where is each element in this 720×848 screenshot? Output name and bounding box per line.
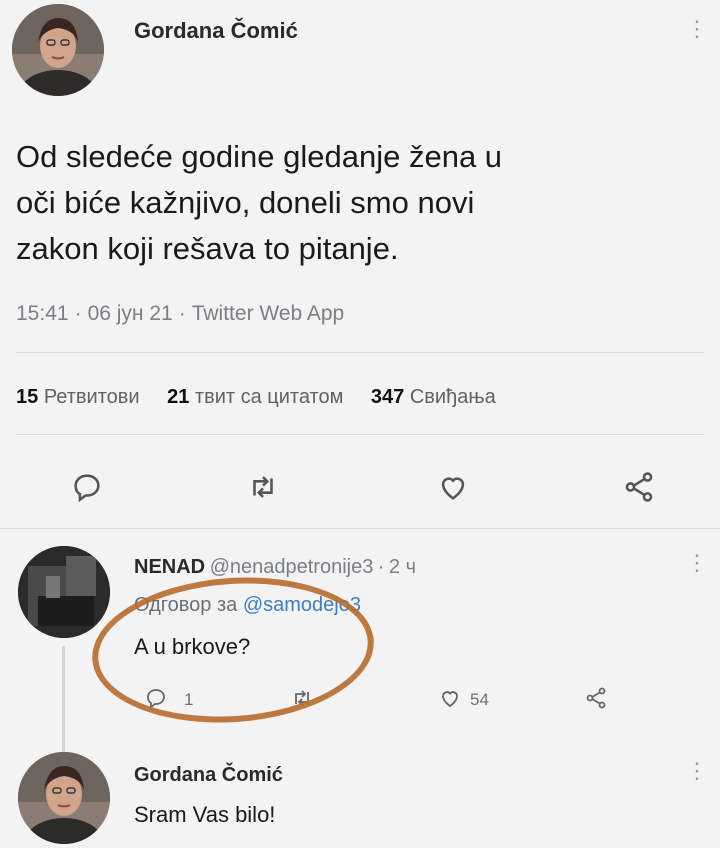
reply-more-options-icon[interactable]: ⋮ xyxy=(686,552,708,574)
tweet-meta: 15:41 · 06 јун 21 · Twitter Web App xyxy=(16,302,345,325)
tweet-source[interactable]: Twitter Web App xyxy=(192,302,345,325)
tweet-date: 06 јун 21 xyxy=(87,302,173,325)
divider xyxy=(0,528,720,529)
tweet-text-line: Od sledeće godine gledanje žena u xyxy=(16,139,503,174)
tweet-text-line: oči biće kažnjivo, doneli smo novi xyxy=(16,185,475,220)
reply-author-handle[interactable]: @nenadpetronije3 xyxy=(210,556,374,578)
author-avatar[interactable] xyxy=(12,4,104,96)
reply-share-icon[interactable] xyxy=(584,686,608,710)
share-icon[interactable] xyxy=(622,470,656,504)
reply-icon[interactable] xyxy=(70,470,104,504)
reply-avatar[interactable] xyxy=(18,546,110,638)
tweet-text: Od sledeće godine gledanje žena u oči bi… xyxy=(16,134,666,272)
retweets-label[interactable]: Ретвитови xyxy=(44,386,140,408)
annotation-circle xyxy=(87,568,379,732)
tweet-stats: 15 Ретвитови 21 твит са цитатом 347 Свиђ… xyxy=(16,386,518,409)
reply-like-count: 54 xyxy=(470,690,489,709)
likes-label[interactable]: Свиђања xyxy=(410,386,496,408)
reply-age: 2 ч xyxy=(388,556,417,578)
response-more-options-icon[interactable]: ⋮ xyxy=(686,760,708,782)
divider xyxy=(16,434,704,435)
divider xyxy=(16,352,704,353)
tweet-time: 15:41 xyxy=(16,302,69,325)
response-author-name[interactable]: Gordana Čomić xyxy=(134,764,283,787)
reply-author-name[interactable]: NENAD xyxy=(134,556,205,578)
more-options-icon[interactable]: ⋮ xyxy=(686,18,708,40)
tweet-text-line: zakon koji rešava to pitanje. xyxy=(16,231,399,266)
heart-icon[interactable] xyxy=(436,470,470,504)
author-name[interactable]: Gordana Čomić xyxy=(134,18,298,44)
reply-header: NENAD @nenadpetronije3 · 2 ч xyxy=(134,556,417,578)
likes-count[interactable]: 347 xyxy=(371,386,404,408)
thread-line xyxy=(62,646,65,756)
quotes-label[interactable]: твит са цитатом xyxy=(195,386,343,408)
response-text: Sram Vas bilo! xyxy=(134,802,276,827)
quotes-count[interactable]: 21 xyxy=(167,386,189,408)
response-avatar[interactable] xyxy=(18,752,110,844)
reply-heart-icon[interactable] xyxy=(438,686,462,710)
retweet-icon[interactable] xyxy=(246,470,280,504)
retweets-count[interactable]: 15 xyxy=(16,386,38,408)
